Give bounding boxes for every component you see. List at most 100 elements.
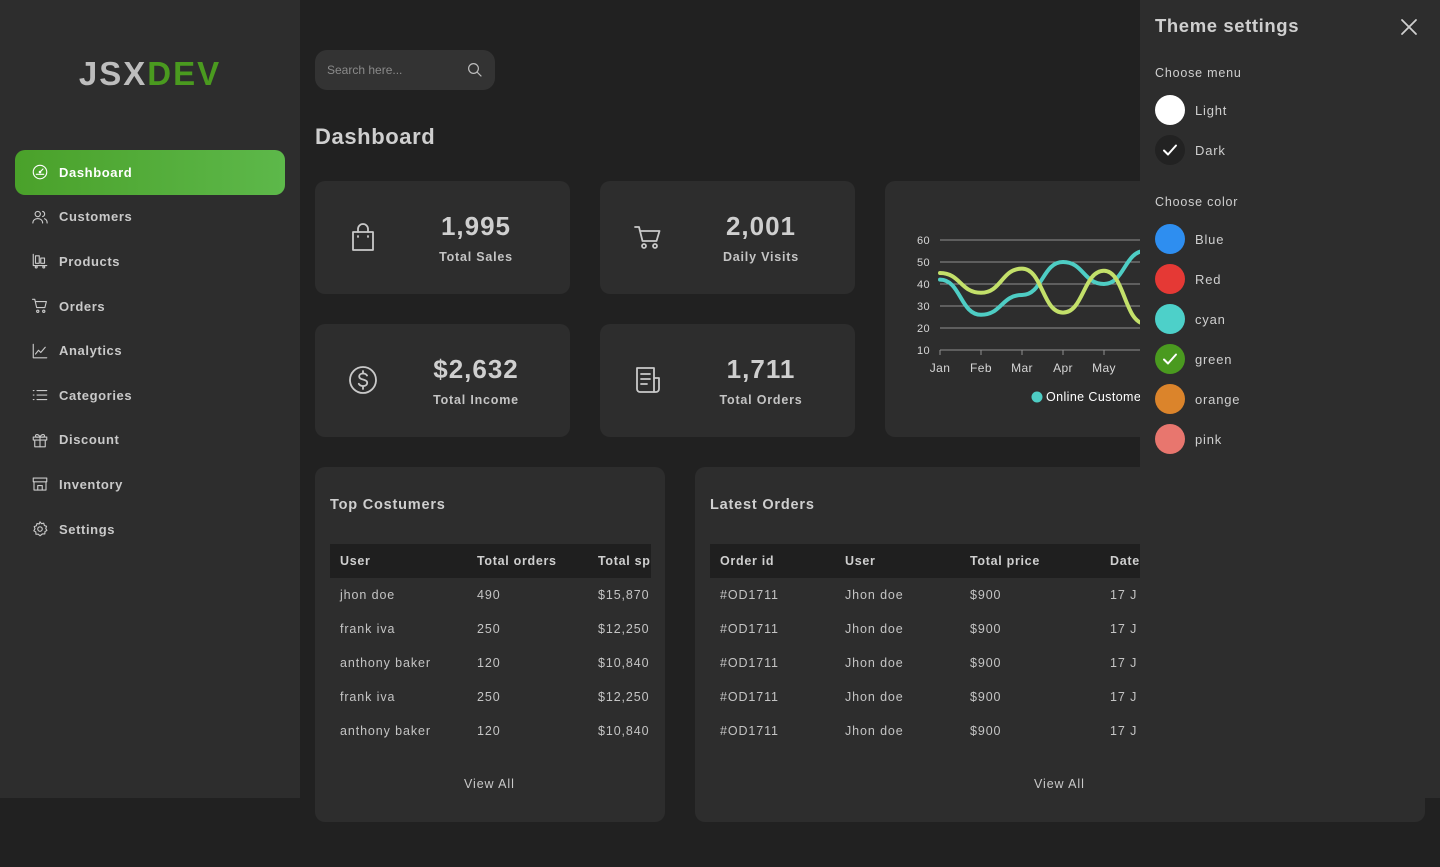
- column-header[interactable]: Order id: [710, 544, 835, 578]
- sidebar-item-label: Settings: [59, 521, 116, 537]
- table-cell: 250: [477, 622, 501, 636]
- y-tick-label: 50: [917, 257, 930, 269]
- sidebar-item-dashboard[interactable]: Dashboard: [15, 150, 285, 195]
- table-row[interactable]: jhon doe 490 $15,870: [330, 578, 651, 612]
- dollar-icon: [348, 364, 378, 396]
- column-header[interactable]: Total sp: [588, 544, 651, 578]
- orange-swatch[interactable]: [1155, 384, 1185, 414]
- sidebar-item-label: Dashboard: [59, 164, 133, 180]
- option-label: pink: [1195, 431, 1223, 447]
- sidebar-item-discount[interactable]: Discount: [15, 418, 285, 463]
- table-cell: frank iva: [340, 622, 396, 636]
- table-cell: 490: [477, 588, 501, 602]
- bag-icon: [348, 221, 378, 253]
- blue-swatch[interactable]: [1155, 224, 1185, 254]
- dark-swatch[interactable]: [1155, 135, 1185, 165]
- column-header[interactable]: Total price: [960, 544, 1100, 578]
- sidebar-item-label: Orders: [59, 298, 106, 314]
- check-icon: [1163, 353, 1177, 365]
- color-option-orange[interactable]: orange: [1155, 384, 1240, 414]
- option-label: Red: [1195, 271, 1222, 287]
- x-tick-label: Apr: [1053, 361, 1073, 375]
- color-option-pink[interactable]: pink: [1155, 424, 1222, 454]
- y-tick-label: 30: [917, 301, 930, 313]
- stat-value: 1,995: [440, 211, 512, 241]
- option-label: Light: [1195, 102, 1228, 118]
- stat-label: Daily Visits: [722, 250, 800, 264]
- stat-card-total-sales: 1,995 Total Sales: [315, 181, 570, 294]
- y-tick-label: 60: [917, 235, 930, 247]
- check-icon: [1163, 144, 1177, 156]
- stat-label: Total Orders: [719, 393, 803, 407]
- column-header[interactable]: User: [835, 544, 960, 578]
- menu-option-dark[interactable]: Dark: [1155, 135, 1226, 165]
- series-line-0: [938, 249, 1140, 317]
- view-all-orders-link[interactable]: View All: [1034, 777, 1085, 791]
- customers-icon: [30, 207, 50, 227]
- sidebar-item-label: Inventory: [59, 476, 123, 492]
- stat-value: $2,632: [433, 354, 519, 384]
- table-cell: #OD1711: [720, 622, 779, 636]
- table-cell: frank iva: [340, 690, 396, 704]
- stat-label: Total Income: [433, 393, 519, 407]
- table-row[interactable]: frank iva 250 $12,250: [330, 680, 651, 714]
- sidebar-item-settings[interactable]: Settings: [15, 507, 285, 552]
- table-cell: 250: [477, 690, 501, 704]
- sidebar-item-categories[interactable]: Categories: [15, 373, 285, 418]
- color-option-red[interactable]: Red: [1155, 264, 1221, 294]
- gear-icon: [30, 519, 50, 539]
- table-cell: $900: [970, 656, 1002, 670]
- brand-part-2: DEV: [147, 55, 222, 92]
- view-all-customers-link[interactable]: View All: [464, 777, 515, 791]
- legend-label[interactable]: Online Custome: [1046, 390, 1141, 404]
- sidebar-item-orders[interactable]: Orders: [15, 284, 285, 329]
- table-row[interactable]: anthony baker 120 $10,840: [330, 646, 651, 680]
- top-customers-panel: Top Costumers User Total orders Total sp…: [315, 467, 665, 822]
- table-row[interactable]: frank iva 250 $12,250: [330, 612, 651, 646]
- light-swatch[interactable]: [1155, 95, 1185, 125]
- option-label: cyan: [1195, 311, 1226, 327]
- theme-settings-drawer: Theme settings Choose menu Light Dark Ch…: [1140, 0, 1440, 798]
- table-cell: Jhon doe: [845, 588, 904, 602]
- sidebar-item-analytics[interactable]: Analytics: [15, 328, 285, 373]
- stat-card-daily-visits: 2,001 Daily Visits: [600, 181, 855, 294]
- drawer-title: Theme settings: [1155, 15, 1300, 36]
- table-cell: $900: [970, 588, 1002, 602]
- table-cell: anthony baker: [340, 724, 431, 738]
- color-option-green[interactable]: green: [1155, 344, 1232, 374]
- table-cell: Jhon doe: [845, 724, 904, 738]
- green-swatch[interactable]: [1155, 344, 1185, 374]
- stat-card-total-orders: 1,711 Total Orders: [600, 324, 855, 437]
- sidebar-item-products[interactable]: Products: [15, 239, 285, 284]
- menu-option-light[interactable]: Light: [1155, 95, 1227, 125]
- dashboard-icon: [30, 162, 50, 182]
- color-option-blue[interactable]: Blue: [1155, 224, 1224, 254]
- sidebar-item-customers[interactable]: Customers: [15, 195, 285, 240]
- sidebar-item-label: Categories: [59, 387, 133, 403]
- color-option-cyan[interactable]: cyan: [1155, 304, 1226, 334]
- brand-logo[interactable]: JSXDEV: [0, 55, 300, 93]
- top-customers-table: User Total orders Total sp jhon doe 490 $1…: [330, 544, 651, 748]
- table-cell: $900: [970, 622, 1002, 636]
- column-header[interactable]: Total orders: [467, 544, 588, 578]
- x-tick-label: May: [1092, 361, 1116, 375]
- table-cell: Jhon doe: [845, 622, 904, 636]
- page-title: Dashboard: [315, 124, 436, 149]
- cyan-swatch[interactable]: [1155, 304, 1185, 334]
- red-swatch[interactable]: [1155, 264, 1185, 294]
- column-header[interactable]: User: [330, 544, 467, 578]
- search-box: [315, 50, 495, 90]
- panel-title: Top Costumers: [330, 497, 446, 513]
- search-icon[interactable]: [466, 61, 484, 79]
- close-icon[interactable]: [1398, 16, 1420, 38]
- y-tick-label: 40: [917, 279, 930, 291]
- table-cell: jhon doe: [340, 588, 396, 602]
- pink-swatch[interactable]: [1155, 424, 1185, 454]
- brand-part-1: JSX: [78, 55, 148, 92]
- x-tick-label: Jan: [930, 361, 951, 375]
- x-tick-label: Mar: [1011, 361, 1033, 375]
- sidebar-item-inventory[interactable]: Inventory: [15, 462, 285, 507]
- sidebar-item-label: Products: [59, 253, 121, 269]
- search-input[interactable]: [315, 50, 460, 90]
- table-row[interactable]: anthony baker 120 $10,840: [330, 714, 651, 748]
